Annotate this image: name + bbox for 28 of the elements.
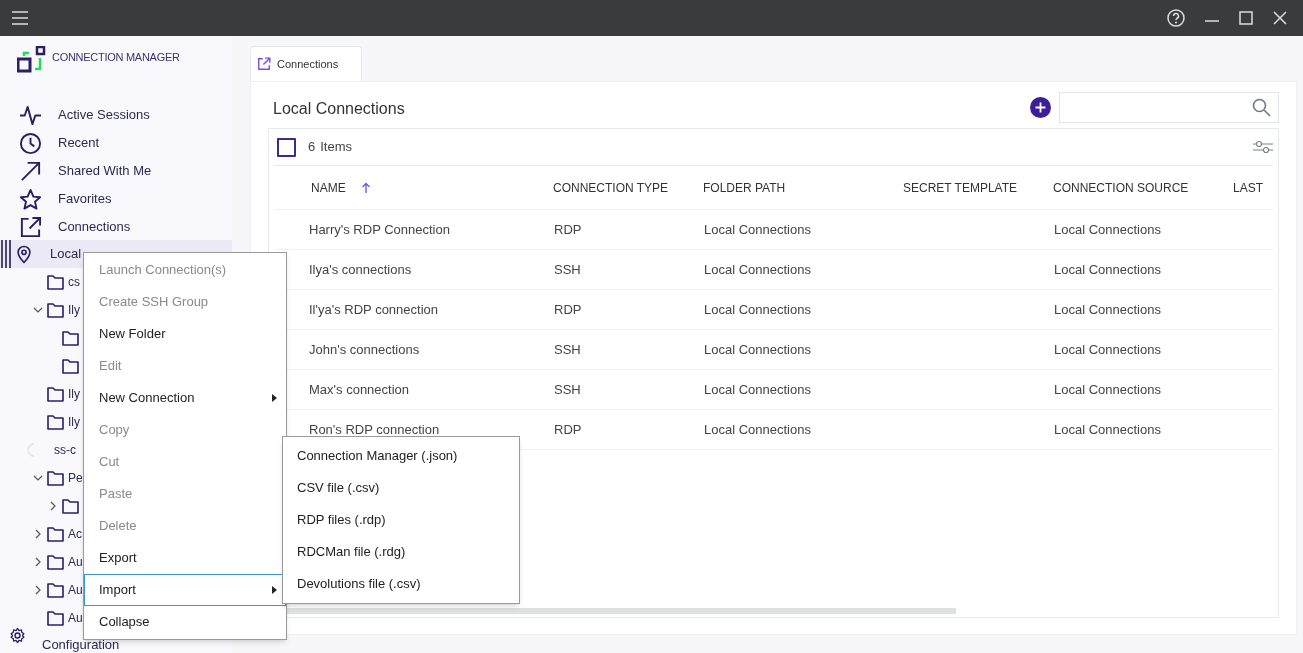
table-cell: Local Connections [1054,221,1161,237]
app-title: CONNECTION MANAGER [52,50,180,65]
table-cell: Local Connections [704,221,811,237]
table-cell: SSH [554,261,581,277]
table-cell: RDP [554,221,582,237]
table-cell: John's connections [309,341,420,357]
table-cell: Local Connections [1054,301,1161,317]
panel-title: Local Connections [273,99,405,119]
table-cell: Max's connection [309,381,410,397]
table-cell: SSH [554,341,581,357]
item-count-label: Items [320,138,353,157]
table-cell: Local Connections [704,261,811,277]
table-cell: SSH [554,381,581,397]
table-cell: Local Connections [1054,341,1161,357]
table-cell: Local Connections [1054,261,1161,277]
table-cell: RDP [554,421,582,437]
table-cell: Local Connections [704,381,811,397]
table-cell: Harry's RDP Connection [309,221,450,237]
table-cell: Local Connections [1054,381,1161,397]
table-cell: Local Connections [1054,421,1161,437]
table-cell: Local Connections [704,341,811,357]
table-cell: Local Connections [704,301,811,317]
table-cell: Local Connections [704,421,811,437]
table-cell: RDP [554,301,582,317]
table-cell: Ilya's connections [309,261,412,277]
table-cell: Il'ya's RDP connection [309,301,438,317]
item-count: 6 [308,138,316,157]
table-cell: Ron's RDP connection [309,421,440,437]
